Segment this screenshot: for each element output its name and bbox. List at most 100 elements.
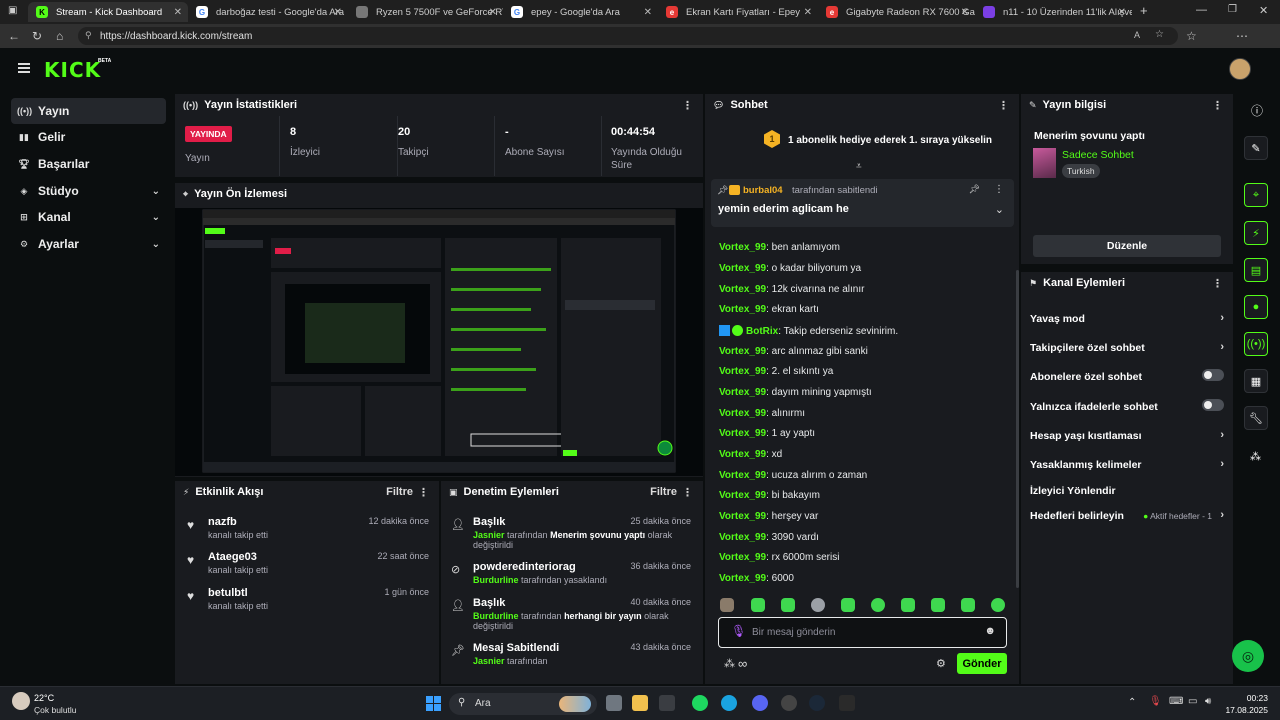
read-aloud-icon[interactable]: A [1134,30,1140,40]
close-window-icon[interactable]: ✕ [1259,4,1268,17]
rail-moderation-button[interactable]: ▤ [1244,258,1268,282]
emote-icon[interactable] [871,598,885,612]
clock-date[interactable]: 17.08.2025 [1220,705,1268,715]
action-emotes-only[interactable]: Yalnızca ifadelerle sohbet [1030,399,1226,413]
tab-epey[interactable]: e Ekran Kartı Fiyatları - Epey ✕ [658,2,818,22]
chat-scrollbar[interactable] [1016,270,1019,588]
restore-icon[interactable]: ❐ [1228,4,1237,15]
emote-icon[interactable] [751,598,765,612]
chat-input[interactable]: Bir mesaj gönderin [752,627,835,638]
sidebar-item-studyo[interactable]: ◈ Stüdyo ⌄ [11,178,166,204]
tab-google-2[interactable]: G epey - Google'da Ara ✕ [503,2,658,22]
spotify-icon[interactable] [692,695,708,711]
filter-button[interactable]: Filtre [650,486,677,498]
emote-icon[interactable] [841,598,855,612]
emotes-only-toggle[interactable] [1202,399,1224,411]
file-explorer-icon[interactable] [632,695,648,711]
chat-settings-icon[interactable]: ⚙ [936,657,946,670]
close-tab-icon[interactable]: ✕ [1118,7,1126,18]
reload-icon[interactable]: ↻ [32,29,42,43]
subscribers-only-toggle[interactable] [1202,369,1224,381]
tab-gigabyte[interactable]: e Gigabyte Radeon RX 7600 Gamin ✕ [818,2,975,22]
network-icon[interactable]: ▭ [1188,696,1197,707]
emote-icon[interactable] [931,598,945,612]
url-field[interactable]: ⚲ https://dashboard.kick.com/stream A ☆ [78,27,1178,45]
info-icon[interactable]: ⓘ [1251,102,1263,119]
action-raid[interactable]: İzleyici Yönlendir [1030,485,1226,497]
action-followers-only[interactable]: Takipçilere özel sohbet › [1030,341,1226,354]
window-menu-icon[interactable]: ▣ [8,5,17,16]
task-view-icon[interactable] [606,695,622,711]
rail-edit-button[interactable]: ✎ [1244,136,1268,160]
action-subscribers-only[interactable]: Abonelere özel sohbet [1030,369,1226,383]
sidebar-item-gelir[interactable]: ▮▮ Gelir [11,124,166,150]
kebab-menu-icon[interactable]: ⋮ [682,99,693,112]
close-tab-icon[interactable]: ✕ [961,7,969,18]
kebab-menu-icon[interactable]: ⋮ [998,99,1009,112]
weather-icon[interactable] [12,692,30,710]
windows-start-icon[interactable] [426,696,441,711]
obs-icon[interactable] [781,695,797,711]
emote-icon[interactable] [901,598,915,612]
emote-icon[interactable] [961,598,975,612]
microphone-tray-icon[interactable]: 🎙︎ [1149,696,1162,707]
kebab-menu-icon[interactable]: ⋮ [682,486,693,499]
unpin-icon[interactable]: 📌︎ [969,184,980,195]
emote-icon[interactable] [720,598,734,612]
close-tab-icon[interactable]: ✕ [489,7,497,18]
apps-icon[interactable]: ⁂ [1250,450,1261,463]
epic-games-icon[interactable] [839,695,855,711]
hamburger-menu-icon[interactable] [18,63,30,73]
category-link[interactable]: Sadece Sohbet [1062,149,1134,161]
close-tab-icon[interactable]: ✕ [804,7,812,18]
rail-broadcast-button[interactable]: ((•)) [1244,332,1268,356]
kebab-menu-icon[interactable]: ⋮ [1212,277,1223,290]
kebab-menu-icon[interactable]: ⋮ [1212,99,1223,112]
tab-n11[interactable]: n11 - 10 Üzerinden 11'lik Alışver ✕ [975,2,1132,22]
rail-chat-button[interactable]: ● [1244,295,1268,319]
action-account-age[interactable]: Hesap yaşı kısıtlaması › [1030,429,1226,442]
rail-layout-button[interactable]: ▦ [1244,369,1268,393]
action-banned-words[interactable]: Yasaklanmış kelimeler › [1030,458,1226,471]
tab-google-1[interactable]: G darboğaz testi - Google'da Ara ✕ [188,2,348,22]
new-tab-icon[interactable]: + [1140,3,1148,18]
weather-temp[interactable]: 22°C [34,693,54,703]
action-slow-mode[interactable]: Yavaş mod › [1030,312,1226,325]
emote-icon[interactable] [991,598,1005,612]
minimize-icon[interactable]: — [1196,4,1207,16]
tab-ryzen[interactable]: Ryzen 5 7500F ve GeForce RTX 4 ✕ [348,2,503,22]
kebab-menu-icon[interactable]: ⋮ [994,184,1004,195]
volume-icon[interactable]: 🔊︎ [1205,696,1211,707]
kebab-menu-icon[interactable]: ⋮ [418,486,429,499]
rail-tools-button[interactable]: 🔧︎ [1244,406,1268,430]
steam-icon[interactable] [809,695,825,711]
emote-icon[interactable] [811,598,825,612]
chevron-down-icon[interactable]: ⌄ [995,203,1004,216]
microphone-icon[interactable]: 🎙︎ [731,624,746,638]
user-avatar[interactable] [1229,58,1251,80]
filter-button[interactable]: Filtre [386,486,413,498]
emote-icon[interactable] [781,598,795,612]
tab-kick-dashboard[interactable]: K Stream - Kick Dashboard ✕ [28,2,188,22]
rail-preview-button[interactable]: ⌖ [1244,183,1268,207]
chat-dots-icon[interactable]: ⁂ [724,657,735,670]
sidebar-item-kanal[interactable]: ⊞ Kanal ⌄ [11,204,166,230]
favorite-star-icon[interactable]: ☆ [1155,29,1164,40]
taskbar-search[interactable]: ⚲ Ara [449,693,597,715]
emoji-icon[interactable]: ☻ [984,625,996,637]
gift-promo-text[interactable]: 1 abonelik hediye ederek 1. sıraya yükse… [788,135,992,146]
kick-logo[interactable]: KICK [44,58,101,82]
site-info-icon[interactable]: ⚲ [85,30,92,41]
sidebar-item-yayin[interactable]: ((•)) Yayın [11,98,166,124]
collapse-icon[interactable]: ⩡ [856,161,862,172]
clock-time[interactable]: 00:23 [1226,693,1268,703]
close-tab-icon[interactable]: ✕ [174,7,182,18]
discord-icon[interactable] [752,695,768,711]
sidebar-item-basarilar[interactable]: 🏆︎ Başarılar [11,151,166,177]
chevron-up-icon[interactable]: ⌃ [1128,697,1136,708]
app-icon[interactable] [659,695,675,711]
sidebar-item-ayarlar[interactable]: ⚙ Ayarlar ⌄ [11,231,166,257]
action-goals[interactable]: Hedefleri belirleyin ● Aktif hedefler - … [1030,509,1226,522]
support-headset-button[interactable]: ◎ [1232,640,1264,672]
more-icon[interactable]: ⋯ [1236,29,1248,43]
